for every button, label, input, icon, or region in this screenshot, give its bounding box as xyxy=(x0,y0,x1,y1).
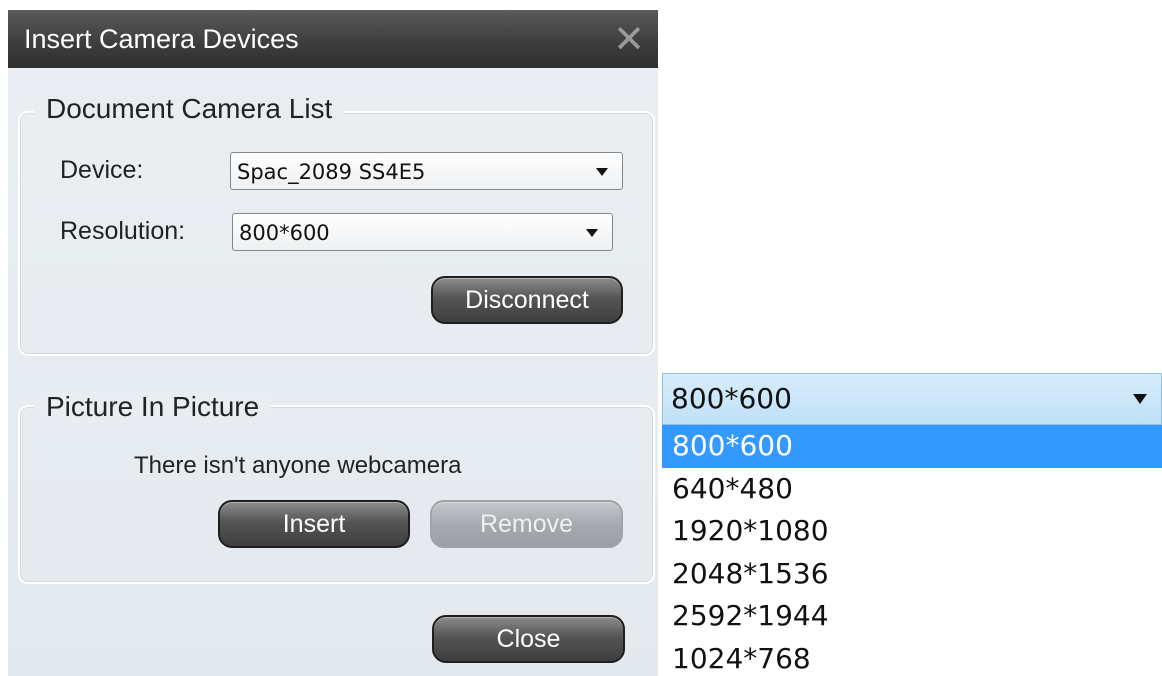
device-select-value: Spac_2089 SS4E5 xyxy=(237,160,426,184)
disconnect-button[interactable]: Disconnect xyxy=(431,276,623,324)
pip-legend: Picture In Picture xyxy=(34,391,272,423)
pip-group xyxy=(18,405,655,584)
resolution-dropdown-list: 800*600 640*480 1920*1080 2048*1536 2592*194… xyxy=(662,425,1162,676)
resolution-label: Resolution: xyxy=(60,217,186,245)
dialog-title: Insert Camera Devices xyxy=(24,24,299,54)
close-icon[interactable]: ✕ xyxy=(612,19,646,59)
device-select[interactable]: Spac_2089 SS4E5 xyxy=(230,152,623,190)
no-webcam-message: There isn't anyone webcamera xyxy=(134,452,462,479)
camera-list-legend: Document Camera List xyxy=(34,93,345,125)
resolution-select[interactable]: 800*600 xyxy=(232,213,613,251)
remove-button[interactable]: Remove xyxy=(430,500,623,548)
close-button[interactable]: Close xyxy=(432,615,625,663)
resolution-option[interactable]: 2048*1536 xyxy=(662,553,1162,596)
chevron-down-icon xyxy=(1133,394,1147,404)
resolution-option[interactable]: 1920*1080 xyxy=(662,510,1162,553)
resolution-option[interactable]: 640*480 xyxy=(662,468,1162,511)
resolution-select-value: 800*600 xyxy=(239,221,330,245)
resolution-dropdown-value: 800*600 xyxy=(671,382,792,415)
dialog-titlebar[interactable]: Insert Camera Devices ✕ xyxy=(8,10,658,68)
chevron-down-icon xyxy=(586,229,598,237)
device-label: Device: xyxy=(60,156,144,184)
resolution-option[interactable]: 2592*1944 xyxy=(662,595,1162,638)
resolution-option[interactable]: 800*600 xyxy=(662,425,1162,468)
resolution-dropdown-header[interactable]: 800*600 xyxy=(662,373,1162,425)
chevron-down-icon xyxy=(596,168,608,176)
resolution-option[interactable]: 1024*768 xyxy=(662,638,1162,676)
insert-button[interactable]: Insert xyxy=(218,500,410,548)
insert-camera-dialog: Insert Camera Devices ✕ Document Camera … xyxy=(8,10,658,676)
